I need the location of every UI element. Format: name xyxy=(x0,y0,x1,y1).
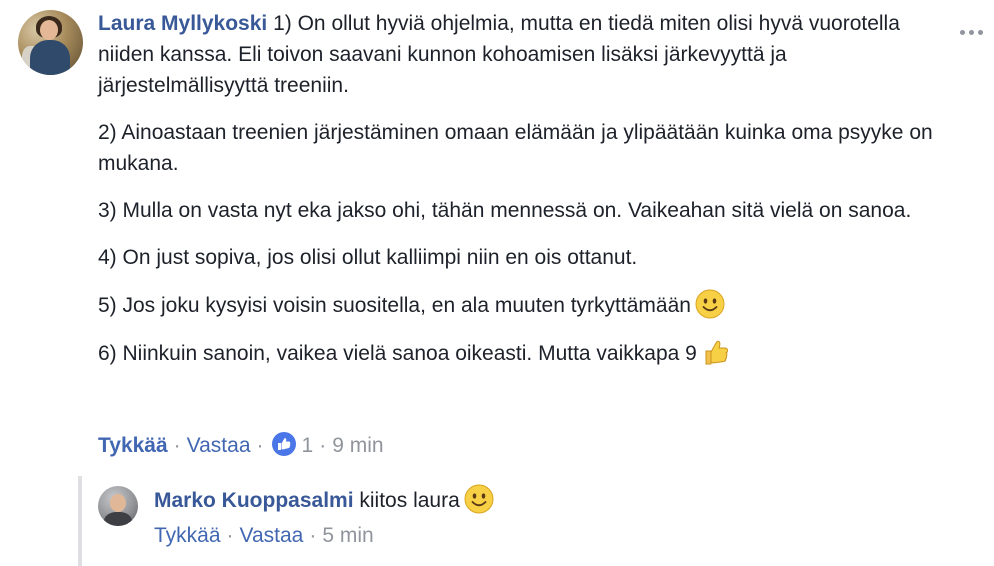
separator: · xyxy=(319,434,327,457)
like-link[interactable]: Tykkää xyxy=(98,434,168,457)
reply-avatar-body-shape xyxy=(104,512,132,526)
like-reaction-icon[interactable] xyxy=(271,432,296,456)
reply-author-link[interactable]: Marko Kuoppasalmi xyxy=(154,489,354,512)
reply-link[interactable]: Vastaa xyxy=(187,434,251,457)
separator: · xyxy=(226,524,234,547)
smiling-face-emoji-icon xyxy=(464,484,494,514)
reply-reply-link[interactable]: Vastaa xyxy=(240,524,304,547)
avatar-body-shape xyxy=(30,40,70,75)
comment-paragraph-3: 3) Mulla on vasta nyt eka jakso ohi, täh… xyxy=(98,199,912,222)
avatar[interactable] xyxy=(18,10,83,75)
separator: · xyxy=(173,434,181,457)
comment-text-5: 5) Jos joku kysyisi voisin suositella, e… xyxy=(98,294,691,317)
comment-paragraph-2: 2) Ainoastaan treenien järjestäminen oma… xyxy=(98,121,933,175)
comment-paragraph-5: 5) Jos joku kysyisi voisin suositella, e… xyxy=(98,289,948,321)
comment-text-6: 6) Niinkuin sanoin, vaikea vielä sanoa o… xyxy=(98,342,697,365)
reply-like-link[interactable]: Tykkää xyxy=(154,524,221,547)
like-count: 1 xyxy=(301,434,314,457)
timestamp[interactable]: 9 min xyxy=(332,434,383,457)
separator: · xyxy=(256,434,264,457)
reply-avatar-face-shape xyxy=(110,494,126,512)
smiling-face-emoji-icon xyxy=(695,289,725,319)
reply-avatar[interactable] xyxy=(98,486,138,526)
avatar-face-shape xyxy=(40,20,58,40)
comment-paragraph-6: 6) Niinkuin sanoin, vaikea vielä sanoa o… xyxy=(98,337,948,369)
comment-paragraph-1: Laura Myllykoski 1) On ollut hyviä ohjel… xyxy=(98,8,948,101)
reply-actions: Tykkää · Vastaa · 5 min xyxy=(154,522,374,550)
thread-line xyxy=(78,476,82,566)
separator: · xyxy=(309,524,317,547)
more-options-icon[interactable] xyxy=(960,22,990,35)
comment-paragraph-4: 4) On just sopiva, jos olisi ollut kalli… xyxy=(98,246,638,269)
comment-body: Laura Myllykoski 1) On ollut hyviä ohjel… xyxy=(98,8,948,385)
reply-thread: Marko Kuoppasalmi kiitos laura Tykkää · Va… xyxy=(78,476,958,566)
reply-body: Marko Kuoppasalmi kiitos laura xyxy=(154,484,494,516)
thumbs-up-emoji-icon xyxy=(705,340,728,365)
comment-actions: Tykkää · Vastaa · 1 · 9 min xyxy=(98,432,384,460)
reply-text: kiitos laura xyxy=(359,489,460,512)
comment-author-link[interactable]: Laura Myllykoski xyxy=(98,12,267,35)
reply-timestamp[interactable]: 5 min xyxy=(322,524,373,547)
